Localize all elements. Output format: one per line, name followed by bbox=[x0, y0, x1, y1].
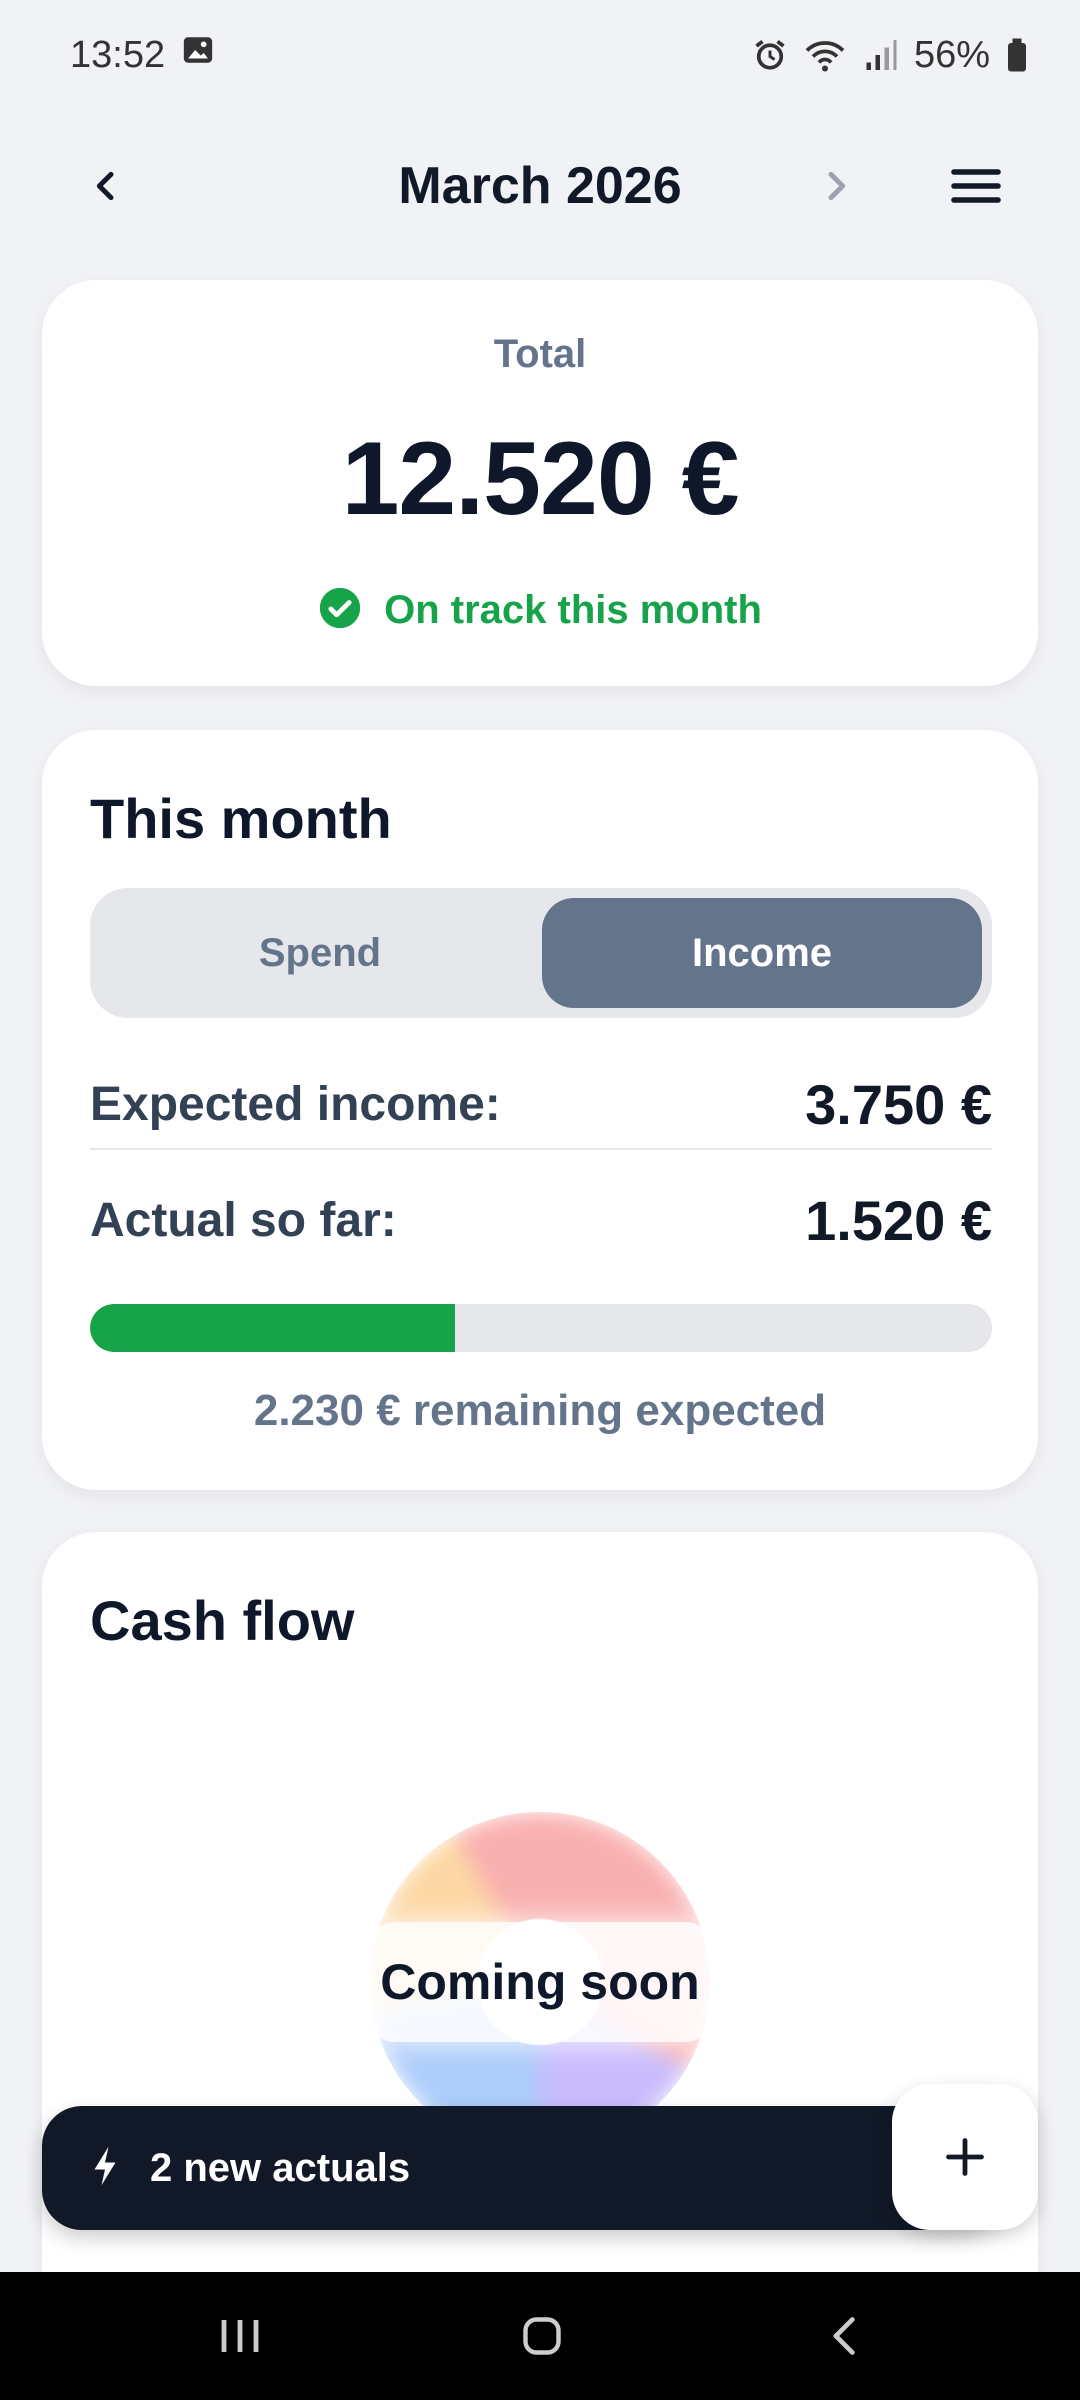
total-label: Total bbox=[493, 332, 587, 376]
new-actuals-text: 2 new actuals bbox=[150, 2145, 411, 2190]
actual-so-far-label: Actual so far: bbox=[90, 1193, 397, 1247]
menu-button[interactable] bbox=[940, 150, 1012, 222]
income-progress-fill bbox=[90, 1304, 456, 1352]
spend-income-toggle: Spend Income bbox=[90, 888, 992, 1018]
wifi-icon bbox=[804, 37, 846, 73]
plus-icon bbox=[946, 2138, 984, 2176]
month-navigation: March 2026 bbox=[0, 120, 1080, 250]
expected-income-label: Expected income: bbox=[90, 1077, 501, 1131]
home-button[interactable] bbox=[512, 2306, 572, 2366]
back-button[interactable] bbox=[815, 2306, 875, 2366]
recent-apps-button[interactable] bbox=[210, 2306, 270, 2366]
battery-icon bbox=[1006, 37, 1028, 73]
check-circle-icon bbox=[318, 586, 362, 635]
expected-income-row: Expected income: 3.750 € bbox=[90, 1060, 992, 1150]
expected-income-value: 3.750 € bbox=[805, 1072, 992, 1136]
actual-so-far-value: 1.520 € bbox=[805, 1188, 992, 1252]
status-time: 13:52 bbox=[70, 33, 166, 76]
status-row: On track this month bbox=[42, 586, 1038, 635]
image-icon bbox=[181, 33, 215, 77]
back-icon bbox=[833, 2317, 855, 2355]
add-button[interactable] bbox=[892, 2084, 1038, 2230]
remaining-text: 2.230 € remaining expected bbox=[253, 1386, 827, 1435]
total-card: Total 12.520 € On track this month bbox=[42, 280, 1038, 686]
chevron-right-icon bbox=[828, 171, 846, 201]
home-icon bbox=[523, 2317, 561, 2355]
next-month-button[interactable] bbox=[800, 150, 872, 222]
hamburger-menu-icon bbox=[951, 169, 1001, 203]
this-month-card: This month Spend Income Expected income:… bbox=[42, 730, 1038, 1490]
battery-text: 56% bbox=[913, 33, 990, 76]
cash-flow-title: Cash flow bbox=[90, 1589, 355, 1652]
toggle-spend[interactable]: Spend bbox=[100, 898, 540, 1008]
alarm-icon bbox=[752, 37, 788, 73]
recent-apps-icon bbox=[221, 2320, 259, 2352]
this-month-title: This month bbox=[90, 787, 392, 850]
actual-so-far-row: Actual so far: 1.520 € bbox=[90, 1175, 992, 1265]
total-value: 12.520 € bbox=[341, 421, 740, 537]
status-text: On track this month bbox=[384, 588, 762, 632]
system-navigation-bar bbox=[0, 2272, 1080, 2400]
lightning-icon bbox=[90, 2145, 120, 2192]
toggle-income[interactable]: Income bbox=[542, 898, 982, 1008]
new-actuals-bar[interactable]: 2 new actuals bbox=[42, 2106, 1002, 2230]
coming-soon-label: Coming soon bbox=[370, 1922, 710, 2042]
month-title: March 2026 bbox=[398, 157, 682, 215]
status-bar: 13:52 56% bbox=[0, 0, 1080, 110]
income-progress-bar bbox=[90, 1304, 992, 1352]
signal-icon bbox=[862, 37, 898, 73]
